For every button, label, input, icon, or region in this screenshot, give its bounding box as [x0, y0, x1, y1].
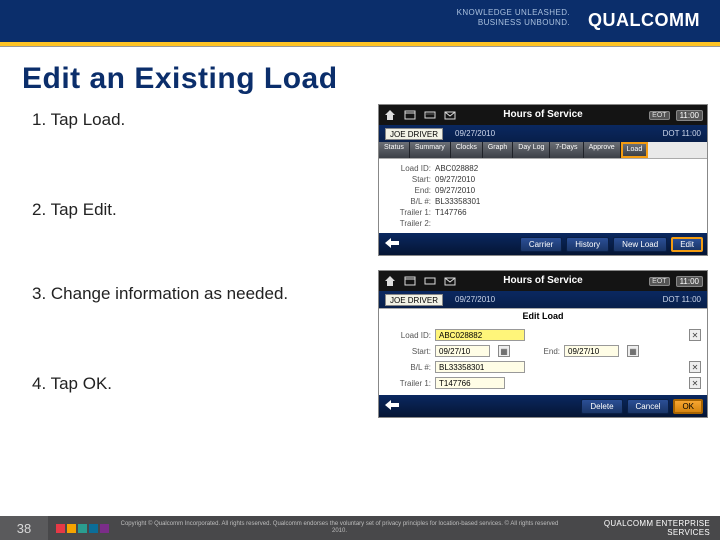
- label-bl-2: B/L #:: [385, 363, 431, 372]
- screenshot-load-tab: Hours of Service EOT 11:00 JOE DRIVER 09…: [378, 104, 708, 256]
- step-3: 3. Change information as needed.: [32, 284, 362, 304]
- label-trailer1-2: Trailer 1:: [385, 379, 431, 388]
- mail-icon[interactable]: [443, 109, 457, 121]
- screenshot-edit-load: Hours of Service EOT 11:00 JOE DRIVER 09…: [378, 270, 708, 418]
- step-4: 4. Tap OK.: [32, 374, 362, 394]
- window-icon[interactable]: [403, 275, 417, 287]
- start-picker-icon[interactable]: ▦: [498, 345, 510, 357]
- label-end: End:: [385, 186, 431, 195]
- slide-footer: 38 Copyright © Qualcomm Incorporated. Al…: [0, 516, 720, 540]
- clear-bl-icon[interactable]: ✕: [689, 361, 701, 373]
- step-2: 2. Tap Edit.: [32, 200, 362, 220]
- keyboard-icon[interactable]: [423, 109, 437, 121]
- tagline-line1: KNOWLEDGE UNLEASHED.: [457, 8, 570, 18]
- tabs-row: Status Summary Clocks Graph Day Log 7-Da…: [379, 142, 707, 158]
- edit-load-form: Load ID: ABC028882 ✕ Start: 09/27/10 ▦ E…: [379, 323, 707, 395]
- row-dot-2: DOT 11:00: [663, 295, 701, 304]
- device-topbar: EOT 11:00: [379, 105, 707, 125]
- label-trailer1: Trailer 1:: [385, 208, 431, 217]
- cancel-button[interactable]: Cancel: [627, 399, 670, 414]
- load-details: Load ID: ABC028882 Start: 09/27/2010 End: 0…: [379, 158, 707, 233]
- tab-status[interactable]: Status: [379, 142, 410, 158]
- accent-underline: [0, 42, 720, 46]
- history-button[interactable]: History: [566, 237, 609, 252]
- tab-summary[interactable]: Summary: [410, 142, 451, 158]
- eot-badge: EOT: [649, 111, 669, 120]
- input-end[interactable]: 09/27/10: [564, 345, 619, 357]
- page-number: 38: [0, 516, 48, 540]
- newload-button[interactable]: New Load: [613, 237, 667, 252]
- clear-loadid-icon[interactable]: ✕: [689, 329, 701, 341]
- label-start: Start:: [385, 175, 431, 184]
- user-dropdown[interactable]: JOE DRIVER: [385, 128, 443, 140]
- label-loadid: Load ID:: [385, 164, 431, 173]
- row-date-2: 09/27/2010: [455, 295, 495, 304]
- back-icon[interactable]: [383, 236, 401, 252]
- input-start[interactable]: 09/27/10: [435, 345, 490, 357]
- step-1: 1. Tap Load.: [32, 110, 362, 130]
- row-dot: DOT 11:00: [663, 129, 701, 138]
- tab-7days[interactable]: 7-Days: [550, 142, 583, 158]
- steps-list: 1. Tap Load. 2. Tap Edit. 3. Change info…: [32, 110, 362, 464]
- tab-approve[interactable]: Approve: [584, 142, 621, 158]
- label-end-2: End:: [530, 347, 560, 356]
- tab-daylog[interactable]: Day Log: [513, 142, 550, 158]
- eot-badge-2: EOT: [649, 277, 669, 286]
- footer-logo: QUALCOMM ENTERPRISE SERVICES: [570, 519, 720, 537]
- home-icon[interactable]: [383, 275, 397, 287]
- footer-copyright: Copyright © Qualcomm Incorporated. All r…: [109, 521, 570, 534]
- home-icon[interactable]: [383, 109, 397, 121]
- clear-trailer1-icon[interactable]: ✕: [689, 377, 701, 389]
- keyboard-icon[interactable]: [423, 275, 437, 287]
- end-picker-icon[interactable]: ▦: [627, 345, 639, 357]
- qualcomm-logo: QUALCOMM: [588, 6, 708, 34]
- device-topbar-2: EOT 11:00: [379, 271, 707, 291]
- clock: 11:00: [676, 110, 703, 121]
- bottom-bar-1: Carrier History New Load Edit: [379, 233, 707, 255]
- tab-clocks[interactable]: Clocks: [451, 142, 483, 158]
- value-trailer1: T147766: [435, 208, 467, 217]
- value-start: 09/27/2010: [435, 175, 475, 184]
- value-loadid: ABC028882: [435, 164, 478, 173]
- tagline-line2: BUSINESS UNBOUND.: [457, 18, 570, 28]
- value-end: 09/27/2010: [435, 186, 475, 195]
- user-dropdown-2[interactable]: JOE DRIVER: [385, 294, 443, 306]
- slide-title: Edit an Existing Load: [22, 62, 338, 96]
- mail-icon[interactable]: [443, 275, 457, 287]
- value-bl: BL33358301: [435, 197, 480, 206]
- brand-bar: KNOWLEDGE UNLEASHED. BUSINESS UNBOUND. Q…: [0, 0, 720, 42]
- ok-button[interactable]: OK: [673, 399, 703, 414]
- input-trailer1[interactable]: T147766: [435, 377, 505, 389]
- input-bl[interactable]: BL33358301: [435, 361, 525, 373]
- footer-squares: [56, 524, 109, 533]
- delete-button[interactable]: Delete: [581, 399, 622, 414]
- row-date: 09/27/2010: [455, 129, 495, 138]
- bottom-bar-2: Delete Cancel OK: [379, 395, 707, 417]
- label-bl: B/L #:: [385, 197, 431, 206]
- back-icon-2[interactable]: [383, 398, 401, 414]
- user-row-2: JOE DRIVER 09/27/2010 DOT 11:00: [379, 291, 707, 308]
- edit-button[interactable]: Edit: [671, 237, 703, 252]
- carrier-button[interactable]: Carrier: [520, 237, 562, 252]
- tab-graph[interactable]: Graph: [483, 142, 513, 158]
- input-loadid[interactable]: ABC028882: [435, 329, 525, 341]
- label-start-2: Start:: [385, 347, 431, 356]
- edit-load-subtitle: Edit Load: [379, 308, 707, 323]
- brand-tagline: KNOWLEDGE UNLEASHED. BUSINESS UNBOUND.: [457, 8, 570, 27]
- clock-2: 11:00: [676, 276, 703, 287]
- label-trailer2: Trailer 2:: [385, 219, 431, 228]
- tab-load[interactable]: Load: [621, 142, 649, 158]
- user-row: JOE DRIVER 09/27/2010 DOT 11:00: [379, 125, 707, 142]
- svg-text:QUALCOMM: QUALCOMM: [588, 10, 700, 30]
- window-icon[interactable]: [403, 109, 417, 121]
- label-loadid-2: Load ID:: [385, 331, 431, 340]
